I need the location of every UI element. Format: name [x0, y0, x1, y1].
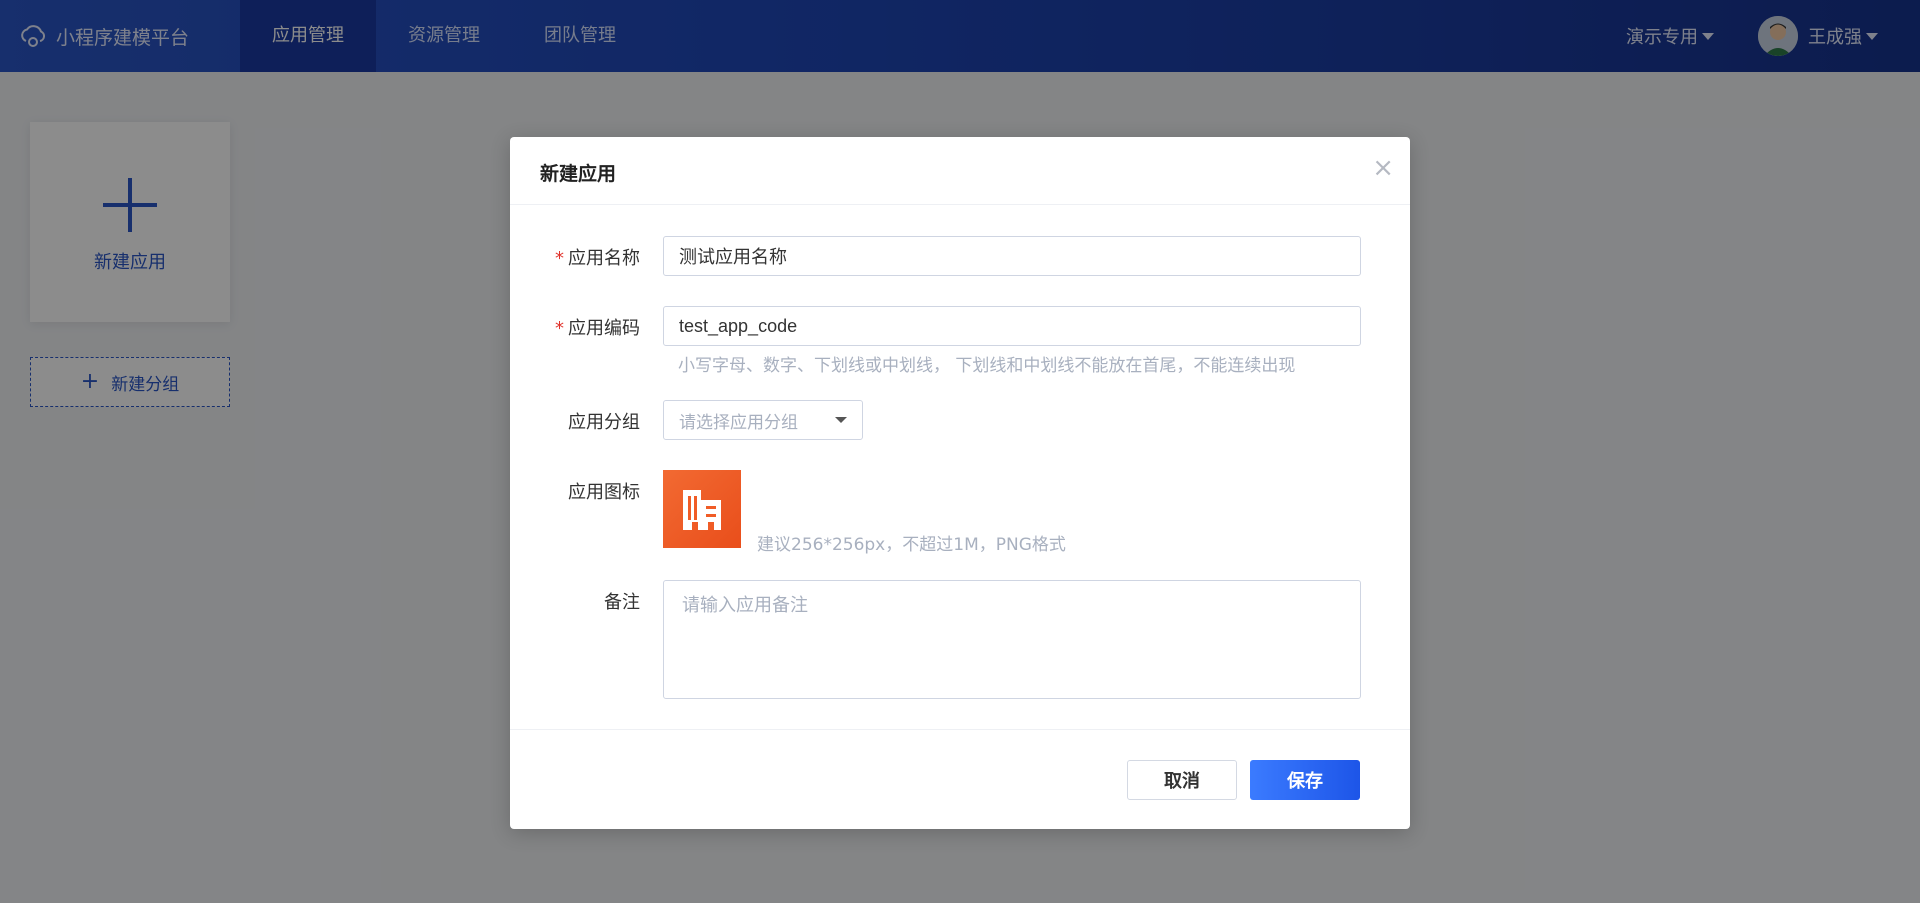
modal-title: 新建应用	[540, 163, 617, 185]
remark-textarea[interactable]: 请输入应用备注	[663, 580, 1361, 699]
required-mark: *	[555, 318, 564, 339]
app-code-input[interactable]: test_app_code	[663, 306, 1361, 346]
cancel-button[interactable]: 取消	[1127, 760, 1237, 800]
field-label-icon: 应用图标	[568, 482, 640, 503]
app-name-input[interactable]: 测试应用名称	[663, 236, 1361, 276]
field-label-name: * 应用名称	[550, 244, 640, 270]
required-mark: *	[555, 248, 564, 269]
app-group-select[interactable]: 请选择应用分组	[663, 400, 863, 440]
modal-header: 新建应用 ×	[510, 137, 1410, 205]
field-label-group: 应用分组	[568, 412, 640, 433]
modal-footer: 取消 保存	[510, 729, 1410, 829]
new-app-modal: 新建应用 × * 应用名称 测试应用名称 * 应用编码 test_app_code …	[510, 137, 1410, 829]
app-code-hint: 小写字母、数字、下划线或中划线， 下划线和中划线不能放在首尾，不能连续出现	[678, 356, 1296, 376]
save-button[interactable]: 保存	[1250, 760, 1360, 800]
field-label-text: 应用名称	[568, 248, 640, 269]
caret-down-icon	[835, 417, 847, 423]
app-icon-hint: 建议256*256px，不超过1M，PNG格式	[757, 535, 1066, 555]
field-label-remark: 备注	[604, 592, 640, 613]
app-group-placeholder: 请选择应用分组	[679, 412, 798, 433]
app-icon-upload[interactable]	[663, 470, 741, 548]
field-label-text: 应用编码	[568, 318, 640, 339]
building-icon	[683, 490, 721, 530]
field-label-code: * 应用编码	[550, 314, 640, 340]
close-icon[interactable]: ×	[1372, 155, 1394, 181]
